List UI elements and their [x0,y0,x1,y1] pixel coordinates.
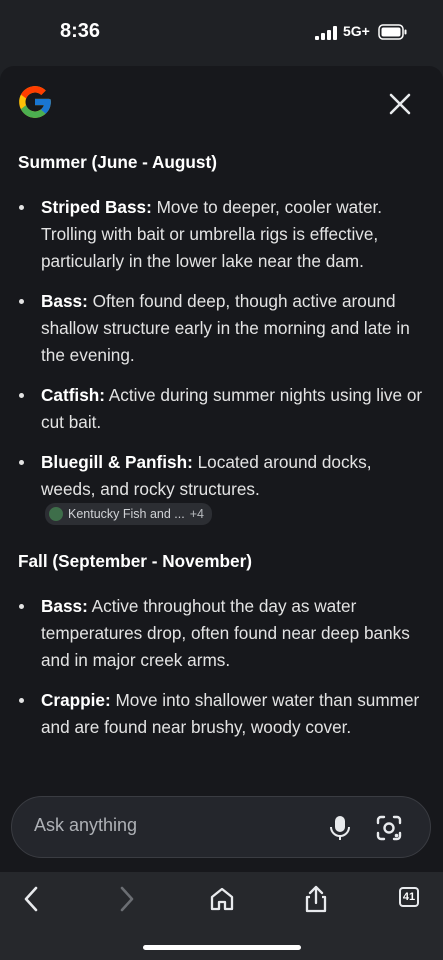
battery-icon [378,24,407,40]
answer-content: Summer (June - August) Striped Bass: Mov… [18,150,428,741]
list-item: Bass: Often found deep, though active ar… [18,288,428,369]
forward-arrow-icon[interactable] [111,884,141,914]
share-icon[interactable] [301,884,331,914]
source-chip-count: +4 [189,507,204,521]
list-item: Bass: Active throughout the day as water… [18,593,428,674]
ask-input[interactable]: Ask anything [34,815,137,836]
list-item: Crappie: Move into shallower water than … [18,687,428,741]
camera-lens-icon[interactable] [376,815,402,841]
close-icon[interactable] [386,90,414,118]
list-item: Catfish: Active during summer nights usi… [18,382,428,436]
section-title-summer: Summer (June - August) [18,152,217,172]
signal-strength-icon [315,26,337,40]
network-type: 5G+ [343,23,370,39]
fall-list: Bass: Active throughout the day as water… [18,593,428,741]
source-chip-label: Kentucky Fish and ... [68,507,185,521]
list-item: Bluegill & Panfish: Located around docks… [18,449,428,531]
google-g-icon [19,86,51,118]
item-title: Crappie: [41,690,111,710]
source-chip[interactable]: Kentucky Fish and ... +4 [45,503,212,525]
summer-list: Striped Bass: Move to deeper, cooler wat… [18,194,428,531]
item-title: Bass: [41,596,88,616]
item-text: Active throughout the day as water tempe… [41,596,410,670]
microphone-icon[interactable] [328,815,352,841]
source-favicon-icon [49,507,63,521]
back-arrow-icon[interactable] [17,884,47,914]
ai-answer-panel: Summer (June - August) Striped Bass: Mov… [0,66,443,872]
item-title: Bass: [41,291,88,311]
item-text: Often found deep, though active around s… [41,291,410,365]
home-icon[interactable] [207,884,237,914]
home-indicator [143,945,301,950]
list-item: Striped Bass: Move to deeper, cooler wat… [18,194,428,275]
item-title: Bluegill & Panfish: [41,452,193,472]
section-title-fall: Fall (September - November) [18,551,252,571]
status-time: 8:36 [60,20,101,42]
panel-header [0,66,443,146]
ask-input-bar[interactable]: Ask anything [11,796,431,858]
browser-toolbar: 41 [0,872,443,960]
item-title: Catfish: [41,385,105,405]
status-bar: 8:36 5G+ [0,0,443,66]
item-title: Striped Bass: [41,197,152,217]
tabs-count-button[interactable]: 41 [399,887,419,907]
